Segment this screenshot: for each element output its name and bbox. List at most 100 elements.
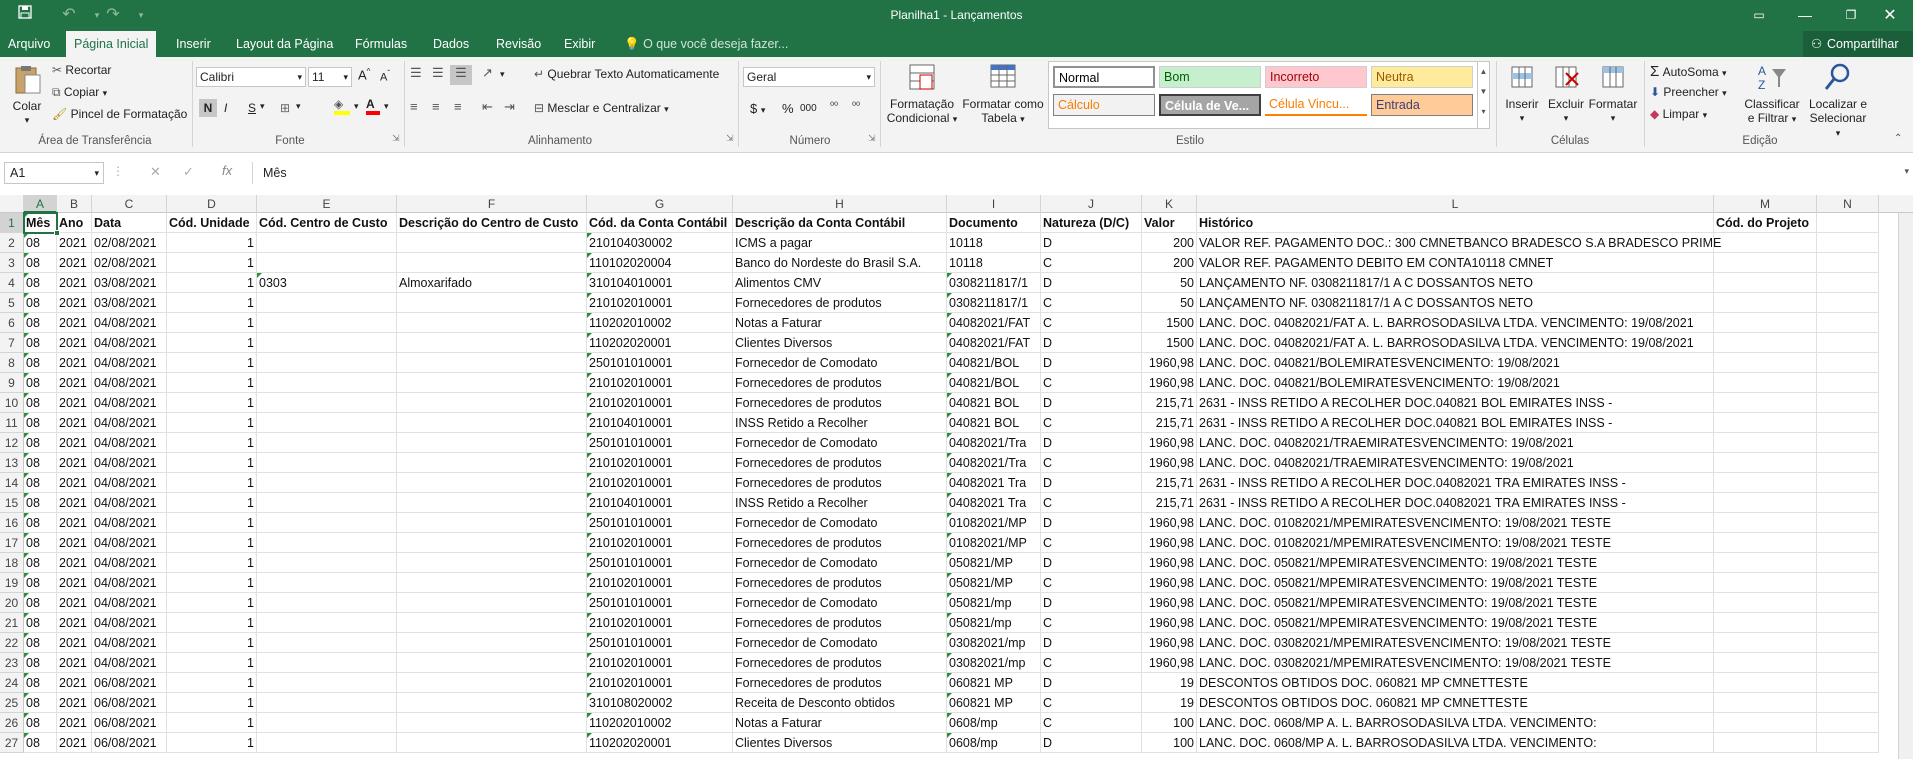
cell[interactable]: 1960,98 (1142, 653, 1197, 673)
cell[interactable]: Almoxarifado (397, 273, 587, 293)
cell[interactable]: 04/08/2021 (92, 553, 167, 573)
cell[interactable]: D (1041, 233, 1142, 253)
row-header[interactable]: 19 (0, 573, 24, 593)
cell[interactable] (257, 233, 397, 253)
cell[interactable]: 03/08/2021 (92, 273, 167, 293)
column-title-cell[interactable]: Valor (1142, 213, 1197, 233)
cell[interactable] (397, 513, 587, 533)
cell[interactable]: Fornecedores de produtos (733, 393, 947, 413)
font-dialog-launcher-icon[interactable]: ⇲ (392, 133, 400, 144)
cell[interactable]: 08 (24, 433, 57, 453)
cell[interactable]: 04/08/2021 (92, 313, 167, 333)
cell[interactable]: 250101010001 (587, 633, 733, 653)
cell[interactable]: 100 (1142, 713, 1197, 733)
cell[interactable] (1817, 313, 1879, 333)
cell[interactable] (397, 673, 587, 693)
cell[interactable]: C (1041, 533, 1142, 553)
cell[interactable]: 1 (167, 253, 257, 273)
cell[interactable]: 2631 - INSS RETIDO A RECOLHER DOC.040820… (1197, 493, 1714, 513)
cell[interactable] (1817, 393, 1879, 413)
number-dialog-launcher-icon[interactable]: ⇲ (868, 133, 876, 144)
cell[interactable]: 03082021/mp (947, 633, 1041, 653)
cell[interactable]: Fornecedores de produtos (733, 533, 947, 553)
cell[interactable]: D (1041, 733, 1142, 753)
cell[interactable]: 2021 (57, 373, 92, 393)
cell[interactable] (1817, 493, 1879, 513)
cell[interactable] (397, 493, 587, 513)
cell[interactable]: LANC. DOC. 050821/MPEMIRATESVENCIMENTO: … (1197, 573, 1714, 593)
cell[interactable] (257, 413, 397, 433)
cell[interactable]: 04/08/2021 (92, 373, 167, 393)
cell[interactable] (397, 553, 587, 573)
cell[interactable] (1817, 713, 1879, 733)
cell[interactable]: 1 (167, 373, 257, 393)
cell[interactable]: Banco do Nordeste do Brasil S.A. (733, 253, 947, 273)
cell[interactable]: 1 (167, 233, 257, 253)
cell[interactable]: 08 (24, 273, 57, 293)
cell[interactable] (1817, 733, 1879, 753)
tell-me-search[interactable]: 💡 O que você deseja fazer... (616, 31, 796, 57)
cell[interactable] (1714, 613, 1817, 633)
cell[interactable]: DESCONTOS OBTIDOS DOC. 060821 MP CMNETTE… (1197, 673, 1714, 693)
cell[interactable]: 210102010001 (587, 573, 733, 593)
cell[interactable] (1817, 513, 1879, 533)
cell[interactable] (1817, 433, 1879, 453)
vertical-scrollbar[interactable] (1898, 213, 1913, 759)
cell[interactable] (257, 293, 397, 313)
cell[interactable]: D (1041, 553, 1142, 573)
cell[interactable]: INSS Retido a Recolher (733, 413, 947, 433)
insert-cells-button[interactable]: Inserir ▾ (1500, 61, 1544, 125)
cell[interactable] (1817, 253, 1879, 273)
column-header[interactable]: A (24, 195, 57, 213)
cell[interactable]: 250101010001 (587, 513, 733, 533)
cell[interactable]: 2021 (57, 593, 92, 613)
cell[interactable] (1817, 633, 1879, 653)
style-entrada[interactable]: Entrada (1371, 94, 1473, 116)
autosum-button[interactable]: Σ AutoSoma ▾ (1650, 63, 1727, 80)
cell[interactable]: LANC. DOC. 040821/BOLEMIRATESVENCIMENTO:… (1197, 373, 1714, 393)
cell[interactable] (1714, 333, 1817, 353)
row-header[interactable]: 3 (0, 253, 24, 273)
cell[interactable] (1714, 633, 1817, 653)
format-painter-button[interactable]: 🖌 Pincel de Formatação (52, 107, 187, 121)
cell[interactable]: 08 (24, 633, 57, 653)
cell[interactable]: 01082021/MP (947, 513, 1041, 533)
clear-button[interactable]: ◆ Limpar ▾ (1650, 107, 1707, 121)
cell[interactable]: Fornecedor de Comodato (733, 433, 947, 453)
format-cells-button[interactable]: Formatar ▾ (1588, 61, 1638, 125)
cell[interactable]: C (1041, 313, 1142, 333)
cell[interactable]: 2021 (57, 313, 92, 333)
cell[interactable] (1714, 353, 1817, 373)
cell[interactable]: 2021 (57, 493, 92, 513)
cell[interactable]: 06/08/2021 (92, 733, 167, 753)
cell[interactable]: 2021 (57, 673, 92, 693)
cell[interactable] (1714, 413, 1817, 433)
cell[interactable]: C (1041, 713, 1142, 733)
cell[interactable] (257, 493, 397, 513)
style-neutra[interactable]: Neutra (1371, 66, 1473, 88)
cell[interactable] (1714, 453, 1817, 473)
cell[interactable]: 04082021/FAT (947, 313, 1041, 333)
cell[interactable] (397, 233, 587, 253)
cell[interactable]: 250101010001 (587, 353, 733, 373)
cell[interactable]: 050821/MP (947, 573, 1041, 593)
cell[interactable]: 2021 (57, 353, 92, 373)
italic-button[interactable]: I (224, 99, 227, 117)
column-title-cell[interactable]: Documento (947, 213, 1041, 233)
cell[interactable]: 2021 (57, 513, 92, 533)
tab-revisao[interactable]: Revisão (488, 31, 549, 57)
cell[interactable] (257, 713, 397, 733)
cell[interactable] (257, 593, 397, 613)
cell[interactable]: Fornecedores de produtos (733, 293, 947, 313)
column-header[interactable]: C (92, 195, 167, 213)
cell[interactable] (1817, 333, 1879, 353)
cell[interactable] (1714, 713, 1817, 733)
cell[interactable] (1714, 653, 1817, 673)
cell[interactable] (257, 353, 397, 373)
column-title-cell[interactable]: Histórico (1197, 213, 1714, 233)
cell[interactable]: 060821 MP (947, 673, 1041, 693)
column-header[interactable]: D (167, 195, 257, 213)
cell[interactable]: Fornecedores de produtos (733, 573, 947, 593)
cell[interactable]: Receita de Desconto obtidos (733, 693, 947, 713)
cell[interactable] (257, 453, 397, 473)
